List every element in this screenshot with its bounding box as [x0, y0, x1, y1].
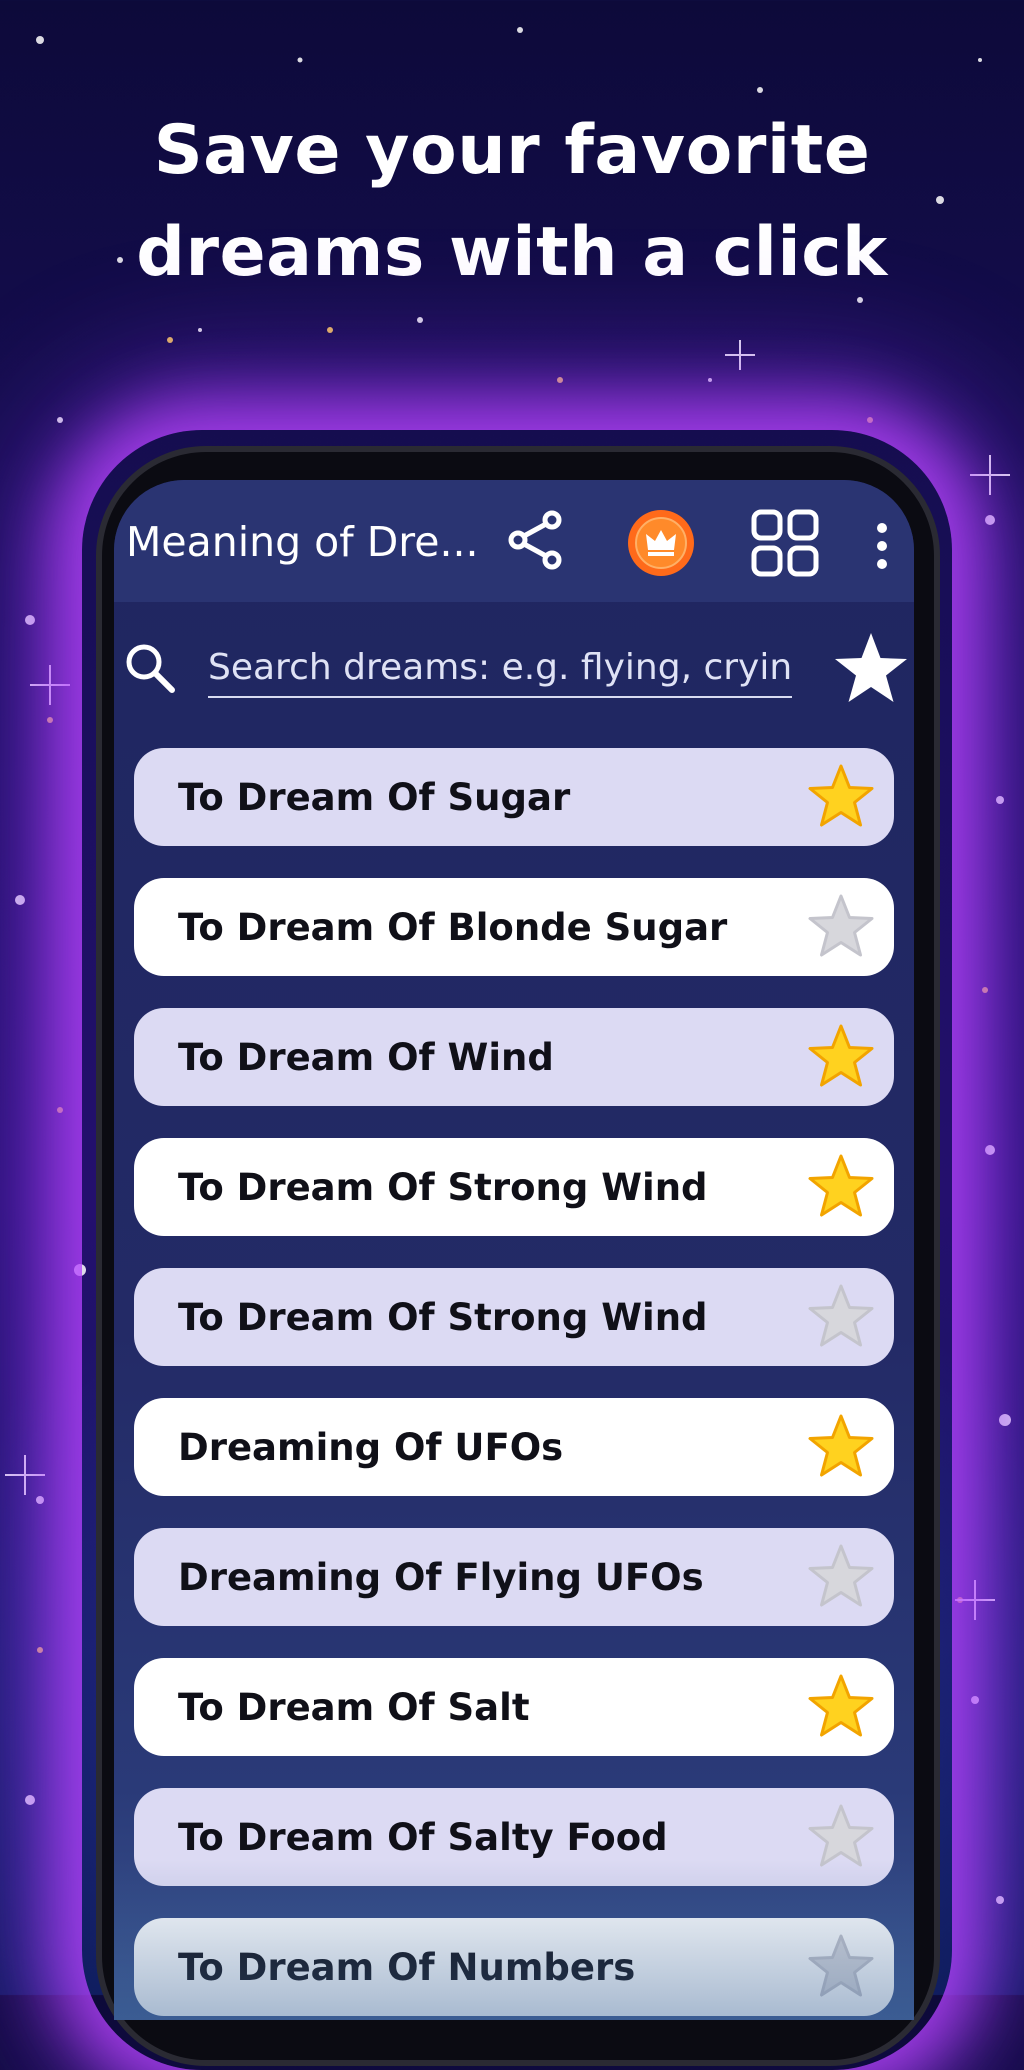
favorite-star-filled-icon[interactable] [806, 1672, 876, 1742]
dream-list-item[interactable]: To Dream Of Numbers [134, 1918, 894, 2016]
app-title: Meaning of Dre... [126, 518, 479, 566]
dream-list-item[interactable]: To Dream Of Salty Food [134, 1788, 894, 1886]
dream-list-item[interactable]: To Dream Of Salt [134, 1658, 894, 1756]
dream-item-label: To Dream Of Strong Wind [178, 1295, 708, 1339]
headline-line-2: dreams with a click [136, 213, 888, 292]
favorite-star-empty-icon[interactable] [806, 1932, 876, 2002]
promo-headline: Save your favorite dreams with a click [0, 100, 1024, 304]
dream-item-label: To Dream Of Sugar [178, 775, 571, 819]
dream-list-item[interactable]: Dreaming Of UFOs [134, 1398, 894, 1496]
dream-item-label: To Dream Of Strong Wind [178, 1165, 708, 1209]
favorite-star-empty-icon[interactable] [806, 1542, 876, 1612]
dream-list-item[interactable]: To Dream Of Strong Wind [134, 1138, 894, 1236]
search-icon [126, 644, 175, 693]
dream-list-item[interactable]: To Dream Of Wind [134, 1008, 894, 1106]
dream-list: To Dream Of Sugar To Dream Of Blonde Suga… [134, 748, 894, 2020]
favorite-star-empty-icon[interactable] [806, 1282, 876, 1352]
more-vert-icon[interactable] [870, 516, 894, 576]
app-screen: Meaning of Dre... Search dreams: e.g. fl… [114, 480, 914, 2020]
dream-item-label: To Dream Of Blonde Sugar [178, 905, 728, 949]
dream-list-item[interactable]: To Dream Of Blonde Sugar [134, 878, 894, 976]
search-bar [114, 630, 914, 720]
dream-list-item[interactable]: To Dream Of Strong Wind [134, 1268, 894, 1366]
dream-list-item[interactable]: To Dream Of Sugar [134, 748, 894, 846]
share-icon[interactable] [504, 508, 568, 572]
dream-list-item[interactable]: Dreaming Of Flying UFOs [134, 1528, 894, 1626]
headline-line-1: Save your favorite [153, 111, 871, 190]
app-bar: Meaning of Dre... [114, 480, 914, 602]
dream-item-label: Dreaming Of UFOs [178, 1425, 564, 1469]
favorite-star-filled-icon[interactable] [806, 1022, 876, 1092]
crown-icon[interactable] [626, 508, 696, 578]
favorite-star-empty-icon[interactable] [806, 1802, 876, 1872]
dream-item-label: To Dream Of Wind [178, 1035, 554, 1079]
grid-icon[interactable] [750, 508, 820, 578]
dream-item-label: To Dream Of Numbers [178, 1945, 636, 1989]
dream-item-label: To Dream Of Salty Food [178, 1815, 668, 1859]
search-input[interactable] [208, 638, 792, 698]
favorite-star-filled-icon[interactable] [806, 1152, 876, 1222]
favorite-star-filled-icon[interactable] [806, 1412, 876, 1482]
favorite-star-empty-icon[interactable] [806, 892, 876, 962]
favorites-filter-star-icon[interactable] [832, 630, 910, 708]
dream-item-label: Dreaming Of Flying UFOs [178, 1555, 704, 1599]
dream-item-label: To Dream Of Salt [178, 1685, 530, 1729]
favorite-star-filled-icon[interactable] [806, 762, 876, 832]
